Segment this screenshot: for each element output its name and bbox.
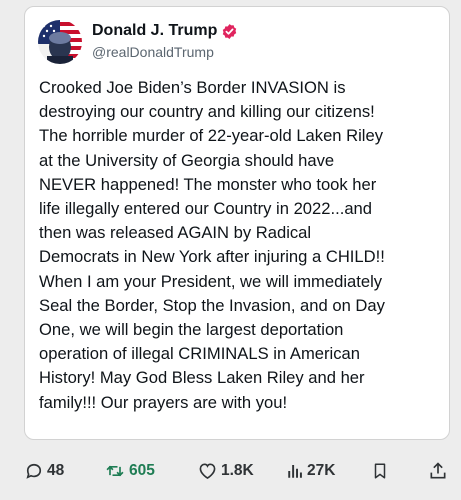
tweet-text: Crooked Joe Biden’s Border INVASION is d… [39, 76, 441, 415]
author-name[interactable]: Donald J. Trump [92, 22, 217, 40]
tweet-line: operation of illegal CRIMINALS in Americ… [39, 344, 360, 364]
views-button[interactable]: 27K [286, 458, 335, 484]
tweet-line: Seal the Border, Stop the Invasion, and … [39, 295, 385, 315]
tweet-line: Democrats in New York after injuring a C… [39, 247, 385, 267]
views-icon [286, 461, 304, 481]
tweet-line: life illegally entered our Country in 20… [39, 199, 373, 219]
author-handle[interactable]: @realDonaldTrump [92, 44, 238, 60]
reply-button[interactable]: 48 [24, 458, 64, 484]
reply-count: 48 [47, 462, 65, 479]
avatar[interactable] [38, 20, 82, 64]
tweet-line: at the University of Georgia should have [39, 150, 335, 170]
like-icon [197, 461, 218, 481]
tweet-line: family!!! Our prayers are with you! [39, 392, 288, 412]
tweet-line: destroying our country and killing our c… [39, 102, 375, 122]
author-block: Donald J. Trump @realDonaldTrump [92, 20, 238, 60]
tweet-line: One, we will begin the largest deportati… [39, 320, 344, 340]
like-count: 1.8K [221, 462, 254, 479]
repost-count: 605 [129, 462, 155, 479]
share-icon [428, 461, 448, 481]
like-button[interactable]: 1.8K [197, 458, 254, 484]
repost-button[interactable]: 605 [104, 458, 155, 484]
action-bar: 48 605 1.8K 27K [0, 452, 461, 492]
tweet-line: When I am your President, we will immedi… [39, 271, 383, 291]
tweet-line: The horrible murder of 22-year-old Laken… [39, 126, 384, 146]
share-button[interactable] [428, 458, 448, 484]
views-count: 27K [307, 462, 336, 479]
avatar-image [38, 20, 82, 64]
tweet-line: NEVER happened! The monster who took her [39, 174, 377, 194]
bookmark-button[interactable] [371, 458, 389, 484]
author-name-row: Donald J. Trump [92, 20, 238, 42]
bookmark-icon [371, 461, 389, 481]
reply-icon [24, 461, 44, 481]
tweet-line: History! May God Bless Laken Riley and h… [39, 368, 365, 388]
tweet-card[interactable]: Donald J. Trump @realDonaldTrump Crooked… [24, 6, 450, 440]
tweet-line: then was released AGAIN by Radical [39, 223, 312, 243]
verified-badge-icon [221, 23, 238, 40]
repost-icon [104, 461, 126, 481]
tweet-line: Crooked Joe Biden’s Border INVASION is [39, 78, 346, 97]
